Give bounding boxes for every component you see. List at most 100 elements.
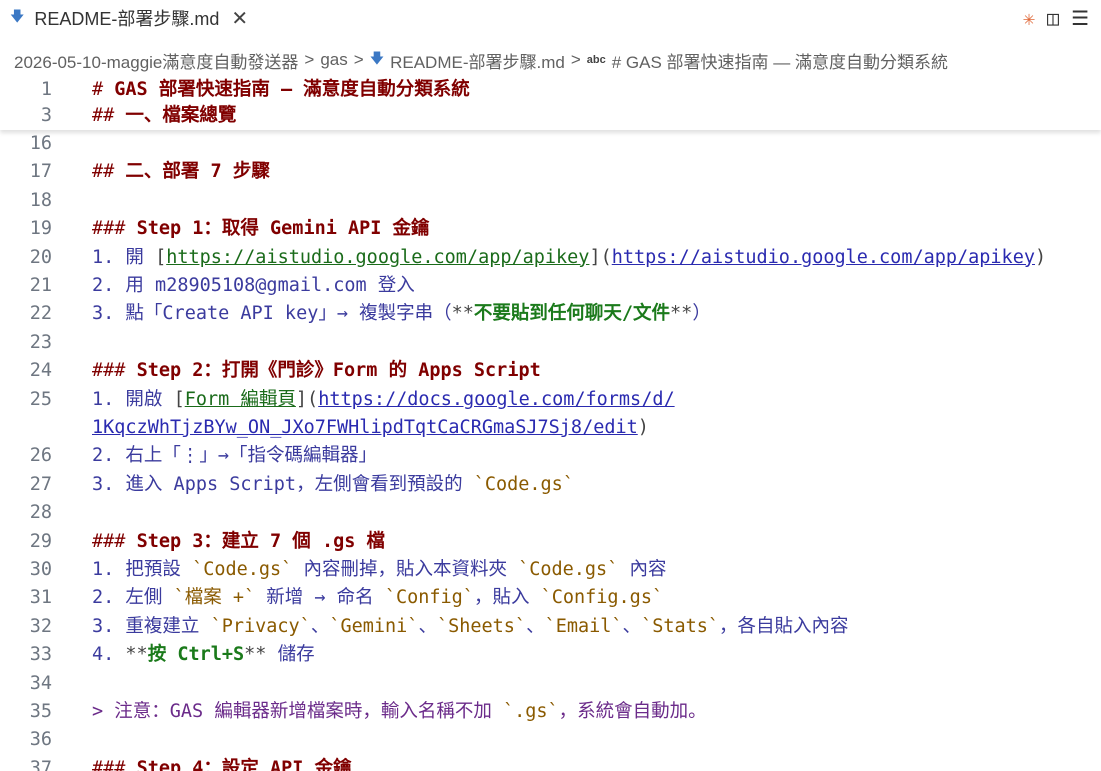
code-token: [ (155, 246, 167, 268)
line-number: 22 (29, 303, 52, 325)
code-line[interactable]: 37 ### Step 4：設定 API 金鑰 (0, 755, 1101, 771)
code-token: ） (692, 303, 711, 325)
tab-title: README-部署步驟.md (34, 9, 220, 29)
editor[interactable]: 1 # GAS 部署快速指南 — 滿意度自動分類系統 3 ## 一、檔案總覽 16 17… (0, 76, 1101, 771)
line-number: 16 (29, 133, 52, 154)
code-line[interactable]: 18 (0, 187, 1101, 215)
code-token: 3. 重複建立 (92, 615, 211, 637)
code-line[interactable]: 30 1. 把預設 `Code.gs` 內容刪掉，貼入本資料夾 `Code.gs`… (0, 556, 1101, 584)
code-token: Step 2：打開《門診》Form 的 Apps Script (136, 360, 541, 382)
code-token: `Code.gs` (518, 559, 619, 580)
code-token: `.gs` (502, 701, 559, 722)
code-line[interactable]: 22 3. 點「Create API key」→ 複製字串（**不要貼到任何聊天/… (0, 300, 1101, 328)
code-token: 4. (92, 644, 126, 666)
breadcrumb-separator: > (353, 50, 364, 69)
line-number: 33 (29, 644, 52, 666)
line-content: ## 二、部署 7 步驟 (92, 158, 270, 186)
line-number: 32 (29, 615, 52, 637)
code-line[interactable]: 32 3. 重複建立 `Privacy`、`Gemini`、`Sheets`、`E… (0, 613, 1101, 641)
code-token: ]( (295, 388, 319, 410)
code-line[interactable]: 28 (0, 499, 1101, 527)
line-content: 1KqczWhTjzBYw_ON_JXo7FWHlipdTqtCaCRGmaSJ… (92, 414, 649, 442)
code-token: 2. 左側 (92, 587, 174, 609)
code-line[interactable]: 21 2. 用 m28905108@gmail.com 登入 (0, 272, 1101, 300)
line-number: 28 (29, 502, 52, 524)
more-actions-icon[interactable]: ☰ (1071, 6, 1089, 30)
code-token: 、 (622, 615, 642, 637)
code-token: `Stats` (641, 615, 720, 637)
code-token: 、 (310, 615, 330, 637)
code-token: ，各自貼入內容 (719, 615, 849, 637)
line-number: 25 (29, 388, 52, 410)
code-line[interactable]: 27 3. 進入 Apps Script，左側會看到預設的 `Code.gs` (0, 471, 1101, 499)
code-line[interactable]: 31 2. 左側 `檔案 +` 新增 → 命名 `Config`，貼入 `Conf… (0, 584, 1101, 612)
download-arrow-icon: 🡇 (10, 8, 25, 24)
code-token: Step 4：設定 API 金鑰 (136, 757, 352, 771)
code-line[interactable]: 20 1. 開 [https://aistudio.google.com/app/… (0, 244, 1101, 272)
code-token: Step 3：建立 7 個 .gs 檔 (136, 530, 385, 552)
code-line[interactable]: 34 (0, 670, 1101, 698)
code-token: 3. 進入 Apps Script，左側會看到預設的 (92, 473, 474, 495)
code-line[interactable]: 1 # GAS 部署快速指南 — 滿意度自動分類系統 (0, 76, 1101, 104)
code-token: 新增 → 命名 (255, 587, 385, 609)
breadcrumb-item-heading[interactable]: # GAS 部署快速指南 — 滿意度自動分類系統 (612, 48, 948, 73)
code-line[interactable]: 19 ### Step 1：取得 Gemini API 金鑰 (0, 215, 1101, 243)
code-token: 、 (526, 615, 545, 637)
code-token: ## (92, 105, 126, 126)
code-token: 3. 點「Create API key」→ 複製字串（ (92, 303, 452, 325)
download-arrow-icon: 🡇 (369, 50, 385, 66)
code-token: ) (1034, 246, 1047, 268)
line-number: 3 (40, 105, 52, 126)
line-number: 21 (29, 275, 52, 296)
sticky-scroll[interactable]: 1 # GAS 部署快速指南 — 滿意度自動分類系統 3 ## 一、檔案總覽 (0, 76, 1101, 130)
code-line[interactable]: 36 (0, 726, 1101, 754)
split-editor-icon[interactable]: ◫ (1047, 6, 1059, 30)
line-number: 37 (29, 757, 52, 771)
symbol-string-icon: abc (586, 54, 606, 66)
code-line[interactable]: 25 1. 開啟 [Form 編輯頁](https://docs.google.c… (0, 386, 1101, 414)
code-token: [ (173, 388, 185, 410)
code-token: ) (637, 417, 649, 438)
code-line[interactable]: 24 ### Step 2：打開《門診》Form 的 Apps Script (0, 357, 1101, 385)
code-line[interactable]: 1KqczWhTjzBYw_ON_JXo7FWHlipdTqtCaCRGmaSJ… (0, 414, 1101, 442)
line-content: # GAS 部署快速指南 — 滿意度自動分類系統 (92, 76, 470, 104)
breadcrumb-item-folder[interactable]: 2026-05-10-maggie滿意度自動發送器 (14, 48, 298, 73)
code-token: `Code.gs` (473, 473, 574, 495)
code-line[interactable]: 3 ## 一、檔案總覽 (0, 102, 1101, 130)
code-token: https://aistudio.google.com/app/apikey (166, 246, 590, 268)
line-content: 3. 點「Create API key」→ 複製字串（**不要貼到任何聊天/文件… (92, 300, 711, 328)
code-token: https://aistudio.google.com/app/apikey (611, 246, 1035, 268)
tab-actions: ✳ ◫ ☰ (1023, 0, 1101, 36)
code-token: ### (92, 757, 137, 771)
code-token: ** (451, 303, 474, 325)
code-token: Step 1：取得 Gemini API 金鑰 (136, 218, 430, 240)
code-line[interactable]: 35 > 注意：GAS 編輯器新增檔案時，輸入名稱不加 `.gs`，系統會自動加。 (0, 698, 1101, 726)
breadcrumb-item-file[interactable]: README-部署步驟.md (390, 48, 565, 73)
code-token: ** (125, 644, 148, 666)
line-content: 3. 重複建立 `Privacy`、`Gemini`、`Sheets`、`Ema… (92, 613, 849, 641)
code-token: `檔案 +` (173, 587, 256, 609)
close-icon[interactable]: ✕ (231, 6, 248, 31)
code-line[interactable]: 23 (0, 329, 1101, 357)
line-content: ## 一、檔案總覽 (92, 102, 236, 130)
code-line[interactable]: 16 (0, 130, 1101, 158)
line-number: 26 (29, 445, 52, 467)
code-token: # (92, 79, 115, 100)
code-token: 2. 用 m28905108@gmail.com 登入 (92, 275, 415, 296)
line-number: 23 (29, 331, 52, 353)
code-token: 1. 把預設 (92, 559, 193, 580)
code-line[interactable]: 17 ## 二、部署 7 步驟 (0, 158, 1101, 186)
code-line[interactable]: 26 2. 右上「⋮」→「指令碼編輯器」 (0, 442, 1101, 470)
line-number: 24 (29, 360, 52, 382)
breadcrumb-separator: > (570, 50, 581, 69)
code-token: 1. 開 (92, 246, 156, 268)
tab-readme[interactable]: 🡇 README-部署步驟.md ✕ (0, 0, 258, 36)
code-token: 2. 右上「⋮」→「指令碼編輯器」 (92, 445, 378, 467)
code-line[interactable]: 29 ### Step 3：建立 7 個 .gs 檔 (0, 528, 1101, 556)
spark-icon[interactable]: ✳ (1023, 6, 1035, 30)
code-token: ，貼入 (473, 587, 541, 609)
breadcrumb-item-gas[interactable]: gas (320, 50, 347, 70)
code-token: 一、檔案總覽 (125, 105, 237, 126)
code-token: 1. 開啟 (92, 388, 174, 410)
code-line[interactable]: 33 4. **按 Ctrl+S** 儲存 (0, 641, 1101, 669)
